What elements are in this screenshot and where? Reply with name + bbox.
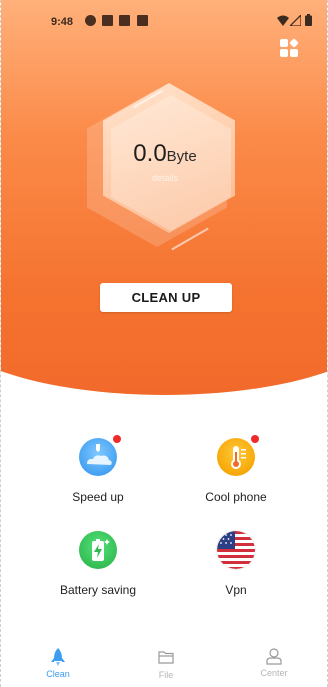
clean-up-button[interactable]: CLEAN UP	[100, 283, 232, 312]
bottom-nav: Clean File Center	[1, 640, 327, 687]
feature-speed-up[interactable]: Speed up	[38, 435, 158, 504]
folder-icon	[158, 651, 174, 664]
status-notification-icon	[102, 15, 113, 26]
feature-cool-phone[interactable]: Cool phone	[176, 435, 296, 504]
grid-cell	[289, 38, 299, 48]
feature-battery-saving[interactable]: Battery saving	[38, 531, 158, 597]
signal-icon	[290, 15, 301, 26]
person-icon	[266, 648, 282, 665]
status-bar: 9:48	[1, 0, 327, 44]
junk-size: 0.0Byte	[1, 140, 327, 168]
grid-cell	[290, 49, 298, 57]
notification-dot	[251, 435, 259, 443]
battery-status-icon	[305, 14, 312, 26]
feature-label: Speed up	[72, 490, 124, 504]
feature-label: Cool phone	[205, 490, 267, 504]
nav-item-center[interactable]: Center	[234, 640, 314, 678]
status-time: 9:48	[51, 16, 74, 28]
nav-label: Clean	[46, 669, 70, 679]
notification-dot	[113, 435, 121, 443]
status-notification-icon	[119, 15, 130, 26]
app-screen: 9:48 0.0Byte details CLEAN UP Speed up C…	[0, 0, 328, 687]
junk-size-unit: Byte	[166, 148, 197, 165]
status-app-icon	[85, 15, 96, 26]
nav-item-file[interactable]: File	[126, 640, 206, 680]
feature-vpn[interactable]: Vpn	[176, 531, 296, 597]
details-link[interactable]: details	[1, 173, 327, 183]
nav-label: Center	[260, 668, 288, 678]
rocket-icon	[51, 648, 65, 666]
status-notification-icon	[137, 15, 148, 26]
nav-item-clean[interactable]: Clean	[18, 640, 98, 679]
thermometer-icon	[217, 435, 259, 476]
wifi-icon	[277, 15, 289, 26]
junk-size-value: 0.0	[133, 140, 167, 167]
grid-cell	[280, 49, 288, 57]
feature-label: Battery saving	[59, 583, 137, 597]
rocket-cloud-icon	[79, 435, 121, 476]
apps-grid-button[interactable]	[280, 38, 300, 59]
us-flag-icon	[217, 531, 255, 569]
nav-label: File	[158, 670, 174, 680]
grid-cell	[280, 39, 288, 47]
battery-icon	[79, 531, 117, 569]
feature-label: Vpn	[225, 583, 247, 597]
